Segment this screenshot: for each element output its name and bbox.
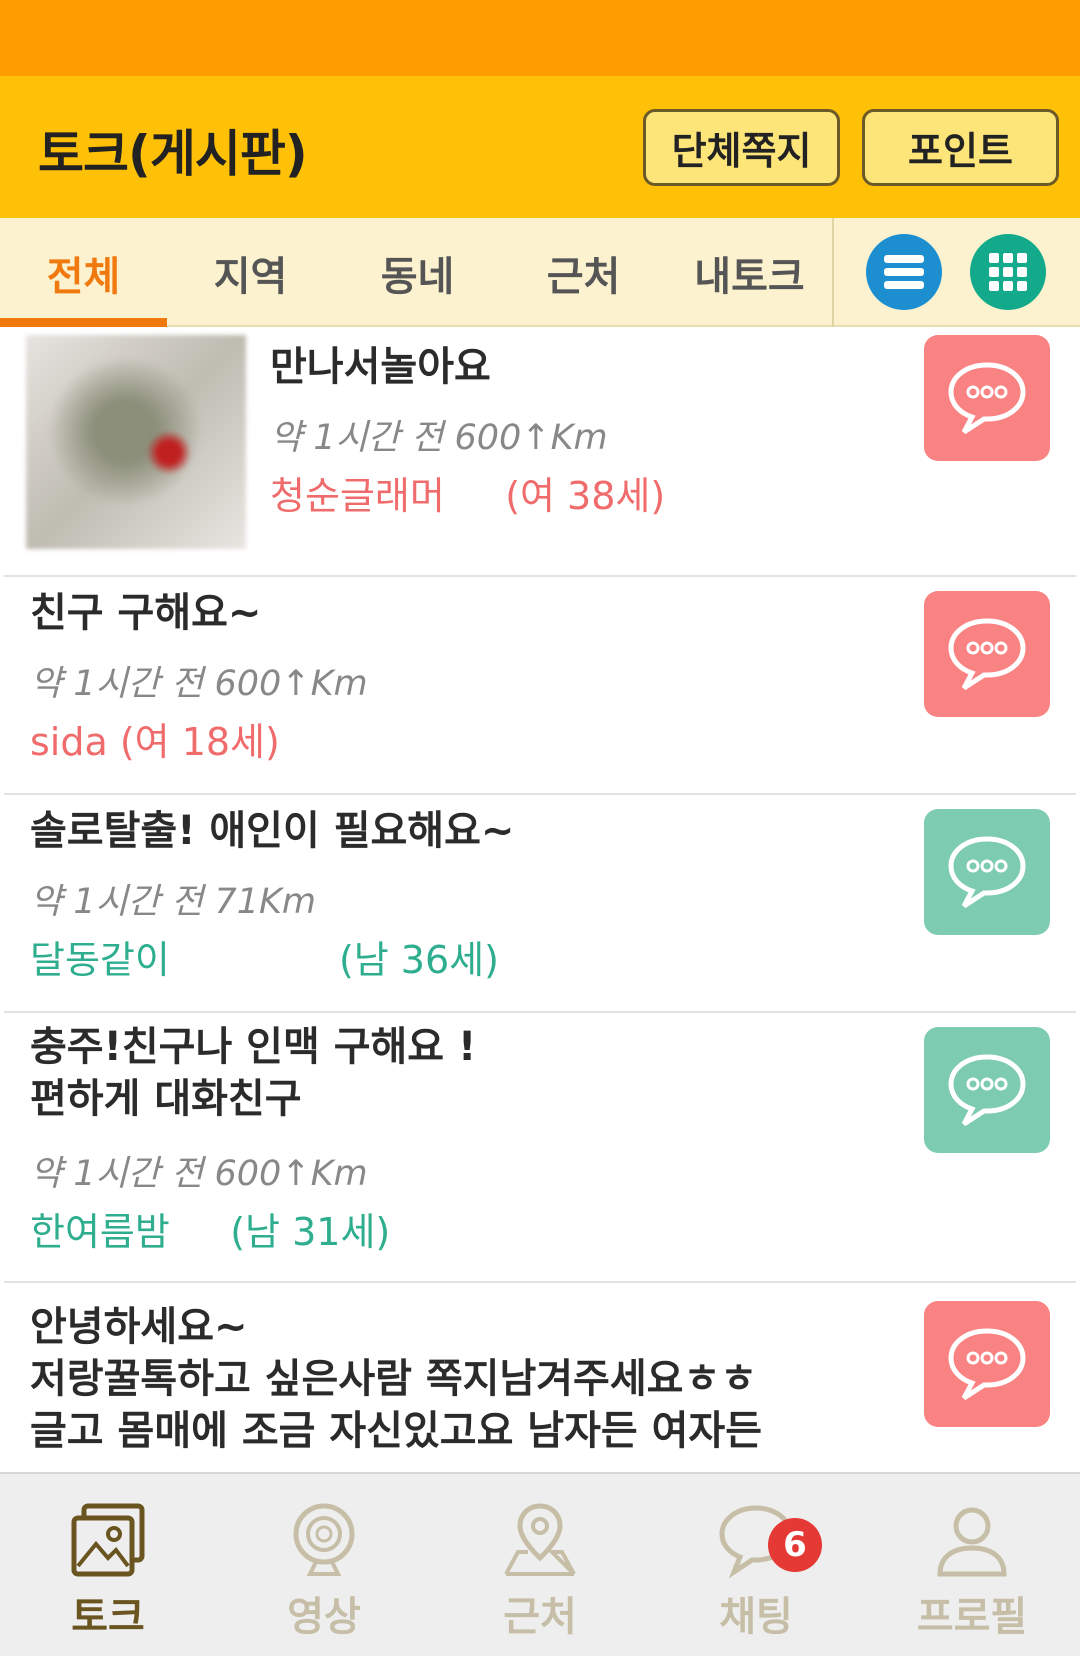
post-thumbnail[interactable] bbox=[26, 335, 246, 549]
nav-nearby[interactable]: 근처 bbox=[432, 1474, 648, 1656]
post-author: sida (여 18세) bbox=[30, 720, 280, 764]
nav-label: 근처 bbox=[503, 1594, 577, 1640]
tab-divider bbox=[832, 218, 834, 327]
tab-all[interactable]: 전체 bbox=[0, 218, 167, 327]
status-bar bbox=[0, 0, 1080, 76]
person-icon bbox=[937, 1507, 1007, 1577]
point-button[interactable]: 포인트 bbox=[862, 109, 1059, 186]
chat-bubble-icon bbox=[948, 1054, 1026, 1127]
post-item[interactable]: 친구 구해요~ 약 1시간 전 600↑Km sida (여 18세) bbox=[4, 577, 1076, 795]
nav-chat[interactable]: 6 채팅 bbox=[648, 1474, 864, 1656]
tab-nearby[interactable]: 근처 bbox=[500, 218, 667, 327]
nav-profile[interactable]: 프로필 bbox=[864, 1474, 1080, 1656]
chat-button[interactable] bbox=[924, 809, 1050, 935]
app-header: 토크(게시판) 단체쪽지 포인트 bbox=[0, 76, 1080, 218]
nav-video[interactable]: 영상 bbox=[216, 1474, 432, 1656]
post-meta: 약 1시간 전 600↑Km bbox=[30, 1154, 368, 1194]
grid-view-button[interactable] bbox=[970, 234, 1046, 310]
post-title: 친구 구해요~ bbox=[30, 590, 262, 636]
webcam-icon bbox=[293, 1503, 355, 1576]
post-item[interactable]: 충주!친구나 인맥 구해요 ! 편하게 대화친구 약 1시간 전 600↑Km … bbox=[4, 1013, 1076, 1283]
nav-label: 영상 bbox=[287, 1594, 361, 1640]
list-view-button[interactable] bbox=[866, 234, 942, 310]
post-item[interactable]: 안녕하세요~ 저랑꿀톡하고 싶은사람 쪽지남겨주세요ㅎㅎ 글고 몸매에 조금 자… bbox=[4, 1283, 1076, 1472]
category-tabs: 전체 지역 동네 근처 내토크 bbox=[0, 218, 1080, 327]
photo-gallery-icon bbox=[71, 1503, 145, 1577]
post-item[interactable]: 솔로탈출! 애인이 필요해요~ 약 1시간 전 71Km 달동같이 (남 36세… bbox=[4, 795, 1076, 1013]
nav-talk[interactable]: 토크 bbox=[0, 1474, 216, 1656]
post-author: 달동같이 (남 36세) bbox=[30, 938, 499, 982]
page-title: 토크(게시판) bbox=[38, 125, 308, 183]
post-meta: 약 1시간 전 600↑Km bbox=[30, 664, 368, 704]
chat-bubble-icon bbox=[948, 362, 1026, 435]
map-pin-icon bbox=[504, 1503, 576, 1576]
unread-badge: 6 bbox=[768, 1518, 822, 1572]
post-title: 충주!친구나 인맥 구해요 ! 편하게 대화친구 bbox=[30, 1024, 477, 1122]
group-message-button[interactable]: 단체쪽지 bbox=[643, 109, 840, 186]
chat-button[interactable] bbox=[924, 335, 1050, 461]
post-author: 청순글래머 (여 38세) bbox=[270, 474, 666, 518]
chat-button[interactable] bbox=[924, 1027, 1050, 1153]
chat-bubble-icon bbox=[948, 1328, 1026, 1401]
tab-my-talk[interactable]: 내토크 bbox=[667, 218, 832, 327]
nav-label: 채팅 bbox=[719, 1594, 793, 1640]
active-tab-indicator bbox=[0, 318, 167, 327]
post-item[interactable]: 만나서놀아요 약 1시간 전 600↑Km 청순글래머 (여 38세) bbox=[4, 327, 1076, 577]
chat-button[interactable] bbox=[924, 591, 1050, 717]
bottom-navigation: 토크 영상 근처 6 채팅 프로필 bbox=[0, 1472, 1080, 1656]
nav-label: 프로필 bbox=[916, 1594, 1028, 1640]
post-author: 한여름밤 (남 31세) bbox=[30, 1210, 391, 1254]
post-title: 안녕하세요~ 저랑꿀톡하고 싶은사람 쪽지남겨주세요ㅎㅎ 글고 몸매에 조금 자… bbox=[30, 1304, 763, 1454]
post-meta: 약 1시간 전 71Km bbox=[30, 882, 317, 922]
tab-neighborhood[interactable]: 동네 bbox=[334, 218, 501, 327]
list-icon bbox=[884, 255, 924, 289]
talk-feed: 만나서놀아요 약 1시간 전 600↑Km 청순글래머 (여 38세) 친구 구… bbox=[0, 327, 1080, 1472]
tab-region[interactable]: 지역 bbox=[167, 218, 334, 327]
nav-label: 토크 bbox=[71, 1594, 145, 1640]
chat-button[interactable] bbox=[924, 1301, 1050, 1427]
chat-bubble-icon bbox=[948, 618, 1026, 691]
chat-bubble-icon bbox=[948, 836, 1026, 909]
post-title: 솔로탈출! 애인이 필요해요~ bbox=[30, 808, 515, 854]
grid-icon bbox=[989, 253, 1027, 291]
post-title: 만나서놀아요 bbox=[270, 344, 491, 390]
post-meta: 약 1시간 전 600↑Km bbox=[270, 418, 608, 458]
